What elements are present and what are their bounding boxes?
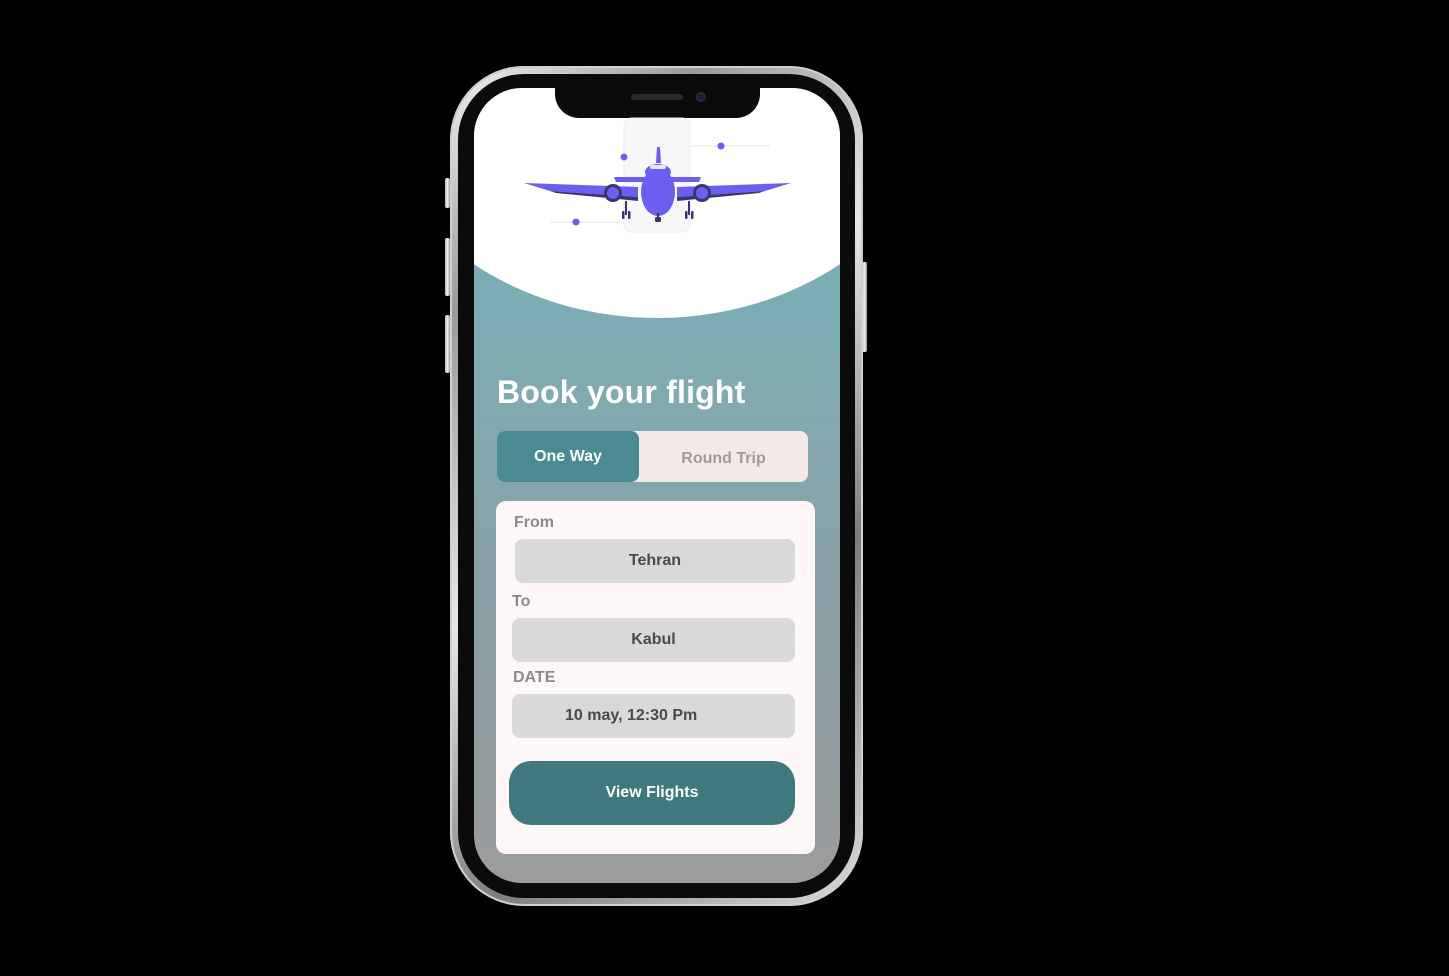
trip-type-toggle: One Way Round Trip: [497, 431, 808, 482]
page-title: Book your flight: [497, 374, 746, 410]
round-trip-tab[interactable]: Round Trip: [639, 431, 808, 482]
from-label: From: [514, 514, 554, 531]
from-field[interactable]: Tehran: [515, 539, 795, 583]
speaker: [631, 94, 683, 100]
to-field[interactable]: Kabul: [512, 618, 795, 662]
camera-icon: [696, 92, 706, 102]
to-label: To: [512, 593, 531, 610]
date-field[interactable]: 10 may, 12:30 Pm: [512, 694, 795, 738]
airplane-illustration: [524, 117, 791, 233]
date-label: DATE: [513, 669, 556, 686]
notch: [555, 86, 760, 118]
view-flights-button[interactable]: View Flights: [509, 761, 795, 825]
stage: Book your flight One Way Round Trip From…: [0, 0, 1449, 976]
one-way-tab[interactable]: One Way: [497, 431, 639, 482]
